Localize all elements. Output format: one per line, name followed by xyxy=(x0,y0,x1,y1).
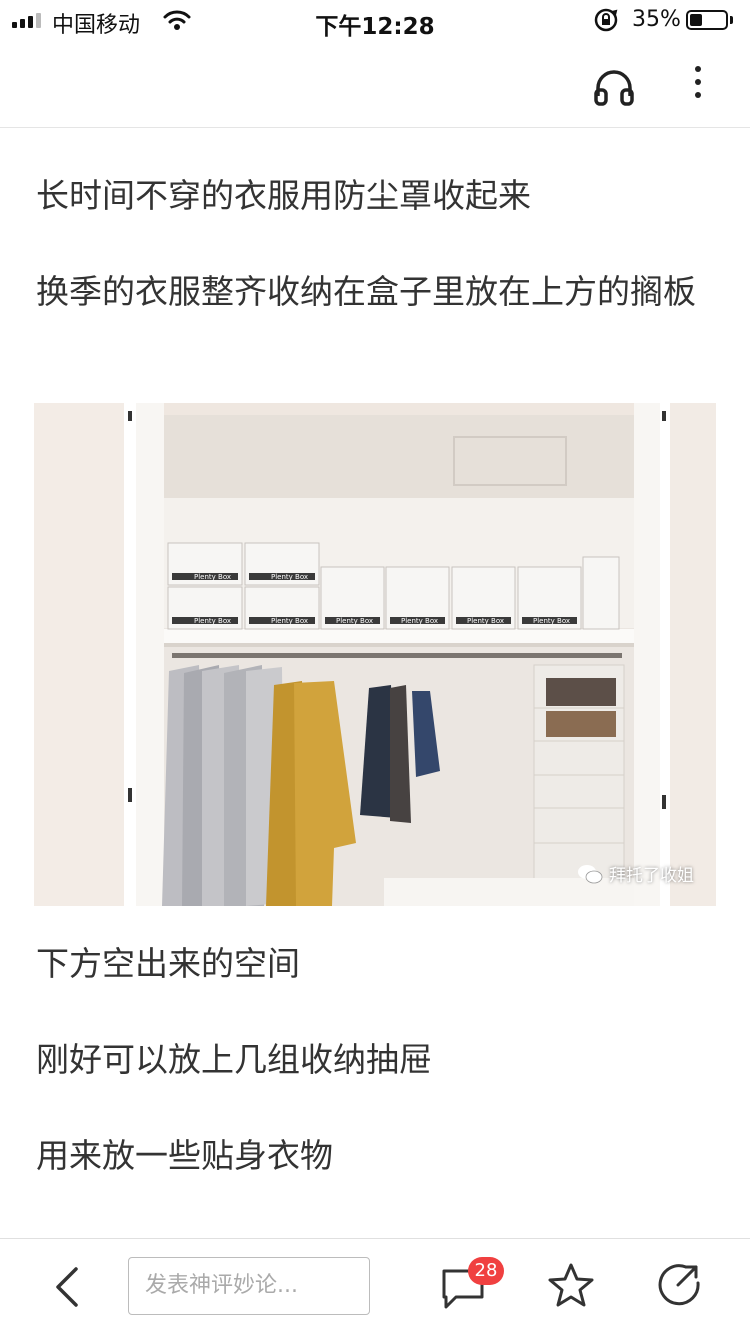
comment-input[interactable]: 发表神评妙论... xyxy=(128,1257,370,1315)
article-paragraph: 下方空出来的空间 xyxy=(36,944,300,983)
more-vertical-icon[interactable] xyxy=(684,62,712,110)
back-arrow-icon[interactable] xyxy=(48,1265,88,1309)
article-paragraph: 刚好可以放上几组收纳抽屉 xyxy=(36,1040,432,1079)
battery-tip xyxy=(730,16,733,24)
article-paragraph: 长时间不穿的衣服用防尘罩收起来 xyxy=(36,176,531,215)
article-body: 长时间不穿的衣服用防尘罩收起来 换季的衣服整齐收纳在盒子里放在上方的搁板 Ple… xyxy=(0,128,750,1238)
closet-illustration: Plenty Box Plenty Box Plenty Box Plenty … xyxy=(34,403,716,906)
top-nav xyxy=(0,40,750,128)
wechat-icon xyxy=(578,864,603,883)
box-label: Plenty Box xyxy=(194,573,231,581)
box-label: Plenty Box xyxy=(271,573,308,581)
box-label: Plenty Box xyxy=(401,617,438,625)
headphone-icon[interactable] xyxy=(590,62,638,110)
share-icon[interactable] xyxy=(656,1261,702,1307)
article-paragraph: 换季的衣服整齐收纳在盒子里放在上方的搁板 xyxy=(36,272,696,311)
box-label: Plenty Box xyxy=(336,617,373,625)
rotation-lock-icon xyxy=(594,8,618,32)
bottom-action-bar: 发表神评妙论... 28 xyxy=(0,1238,750,1335)
battery-percent: 35% xyxy=(632,7,681,32)
status-bar: 中国移动 下午12:28 35% xyxy=(0,0,750,40)
battery-level xyxy=(690,14,702,26)
star-icon[interactable] xyxy=(546,1261,596,1311)
battery-icon xyxy=(686,10,728,30)
image-watermark: 拜托了收姐 xyxy=(577,861,694,886)
box-label: Plenty Box xyxy=(467,617,504,625)
article-paragraph: 用来放一些贴身衣物 xyxy=(36,1136,333,1175)
box-label: Plenty Box xyxy=(533,617,570,625)
watermark-text: 拜托了收姐 xyxy=(609,866,694,886)
comment-count-badge: 28 xyxy=(468,1257,504,1285)
closet-photo[interactable]: Plenty Box Plenty Box Plenty Box Plenty … xyxy=(34,403,716,906)
box-label: Plenty Box xyxy=(194,617,231,625)
box-label: Plenty Box xyxy=(271,617,308,625)
